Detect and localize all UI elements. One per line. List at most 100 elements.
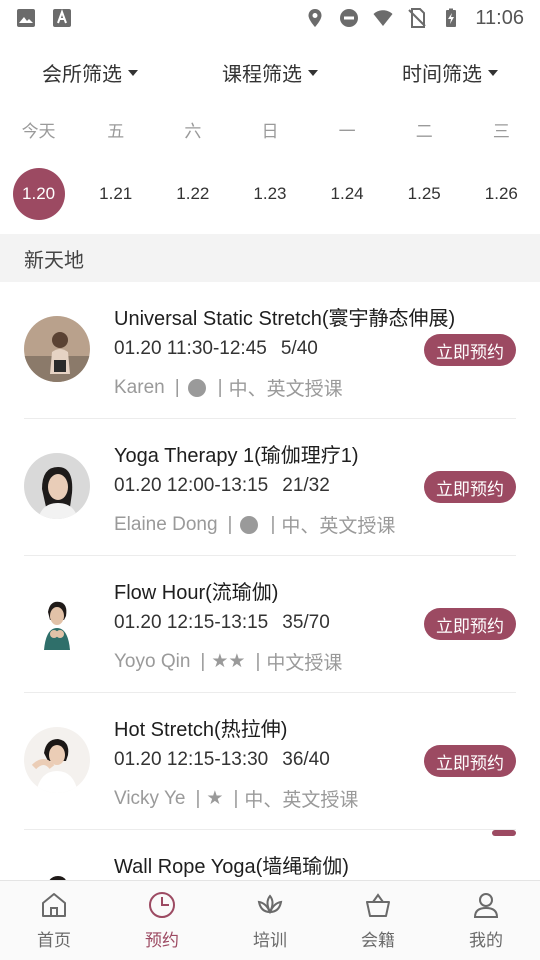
level-stars: ★★ [211,651,246,672]
nav-booking-label: 预约 [145,931,179,951]
club-filter-dropdown[interactable]: 会所筛选 [0,52,180,92]
book-now-button[interactable]: 立即预约 [424,608,516,640]
club-filter-label: 会所筛选 [42,61,122,86]
nav-booking[interactable]: 预约 [108,881,216,960]
date-item[interactable]: 1.22 [176,184,209,204]
status-time: 11:06 [475,6,524,29]
location-icon [308,9,322,27]
time-filter-dropdown[interactable]: 时间筛选 [360,52,540,92]
meta-separator: | [174,376,180,398]
course-time: 01.20 12:15-13:15 35/70 [114,612,330,634]
weekday-label: 三 [492,121,510,142]
image-icon [17,9,35,27]
course-language: 中文授课 [266,653,343,674]
instructor-name: Vicky Ye [114,787,186,809]
course-capacity: 35/70 [282,612,330,633]
weekday-label: 日 [261,121,279,142]
course-meta: Yoyo Qin | ★★ | 中文授课 [114,648,342,675]
course-language: 中、英文授课 [244,790,359,811]
course-title: Yoga Therapy 1(瑜伽理疗1) [114,445,359,467]
course-capacity: 36/40 [282,749,330,770]
course-item[interactable]: Hot Stretch(热拉伸) 01.20 12:15-13:30 36/40 … [24,693,516,830]
weekday-row: 今天 五 六 日 一 二 三 [0,114,540,144]
weekday-label: 一 [338,121,356,142]
status-bar: 11:06 [0,0,540,36]
meta-separator: | [200,650,206,672]
meta-separator: | [270,513,276,535]
course-time-range: 01.20 11:30-12:45 [114,338,267,359]
instructor-avatar [24,316,90,382]
course-time-range: 01.20 12:15-13:30 [114,749,269,770]
course-time: 01.20 12:15-13:30 36/40 [114,749,330,771]
nav-membership-label: 会籍 [361,931,395,951]
meta-separator: | [227,513,233,535]
weekday-label: 二 [415,121,433,142]
level-stars: ★ [206,788,224,809]
course-title: Universal Static Stretch(寰宇静态伸展) [114,308,456,330]
course-meta: Elaine Dong | | 中、英文授课 [114,511,395,538]
course-title: Flow Hour(流瑜伽) [114,582,279,604]
person-icon [473,893,499,918]
course-language: 中、英文授课 [281,516,396,537]
clock-icon [149,892,175,918]
course-time: 01.20 12:00-13:15 21/32 [114,475,330,497]
nav-membership[interactable]: 会籍 [324,881,432,960]
meta-separator: | [255,650,261,672]
date-item[interactable]: 1.23 [253,184,286,204]
course-time-range: 01.20 12:00-13:15 [114,475,269,496]
course-time-range: 01.20 12:15-13:15 [114,612,269,633]
date-item[interactable]: 1.21 [99,184,132,204]
instructor-avatar [24,453,90,519]
course-language: 中、英文授课 [228,379,343,400]
filter-bar: 会所筛选 课程筛选 时间筛选 [0,52,540,92]
course-time: 01.20 11:30-12:45 5/40 [114,338,318,360]
wifi-icon [373,10,393,26]
course-meta: Karen | | 中、英文授课 [114,374,343,401]
instructor-name: Yoyo Qin [114,650,191,672]
course-item[interactable]: Wall Rope Yoga(墙绳瑜伽) [24,830,516,880]
book-now-button[interactable] [492,830,516,836]
nav-profile-label: 我的 [469,931,503,951]
home-icon [42,893,66,917]
course-filter-dropdown[interactable]: 课程筛选 [180,52,360,92]
book-now-button[interactable]: 立即预约 [424,334,516,366]
nav-training[interactable]: 培训 [216,881,324,960]
caret-down-icon [308,70,318,76]
level-dot-icon [187,378,206,397]
no-sim-icon [408,8,427,28]
course-list[interactable]: Universal Static Stretch(寰宇静态伸展) 01.20 1… [0,282,540,880]
instructor-avatar [24,864,90,880]
a-app-icon [53,9,71,27]
weekday-label: 五 [107,121,125,142]
level-dot-icon [240,515,259,534]
course-item[interactable]: Yoga Therapy 1(瑜伽理疗1) 01.20 12:00-13:15 2… [24,419,516,556]
date-item[interactable]: 1.26 [485,184,518,204]
meta-separator: | [217,376,223,398]
date-item[interactable]: 1.24 [331,184,364,204]
date-item[interactable]: 1.25 [408,184,441,204]
book-now-button[interactable]: 立即预约 [424,471,516,503]
instructor-name: Karen [114,376,165,398]
nav-home[interactable]: 首页 [0,881,108,960]
basket-icon [366,893,390,917]
time-filter-label: 时间筛选 [402,61,482,86]
book-now-button[interactable]: 立即预约 [424,745,516,777]
instructor-avatar [24,727,90,793]
do-not-disturb-icon [340,9,359,27]
nav-profile[interactable]: 我的 [432,881,540,960]
date-item-selected[interactable]: 1.20 [12,168,65,220]
course-item[interactable]: Universal Static Stretch(寰宇静态伸展) 01.20 1… [24,282,516,419]
course-capacity: 21/32 [282,475,330,496]
battery-charging-icon [446,8,457,27]
lotus-icon [257,894,283,915]
course-title: Wall Rope Yoga(墙绳瑜伽) [114,856,349,878]
instructor-avatar [24,590,90,656]
weekday-label: 六 [184,121,202,142]
caret-down-icon [488,70,498,76]
course-item[interactable]: Flow Hour(流瑜伽) 01.20 12:15-13:15 35/70 Yo… [24,556,516,693]
bottom-nav: 首页 预约 培训 会籍 我的 [0,880,540,960]
meta-separator: | [195,787,201,809]
course-filter-label: 课程筛选 [222,61,302,86]
nav-training-label: 培训 [253,931,287,951]
course-meta: Vicky Ye | ★ | 中、英文授课 [114,785,358,812]
